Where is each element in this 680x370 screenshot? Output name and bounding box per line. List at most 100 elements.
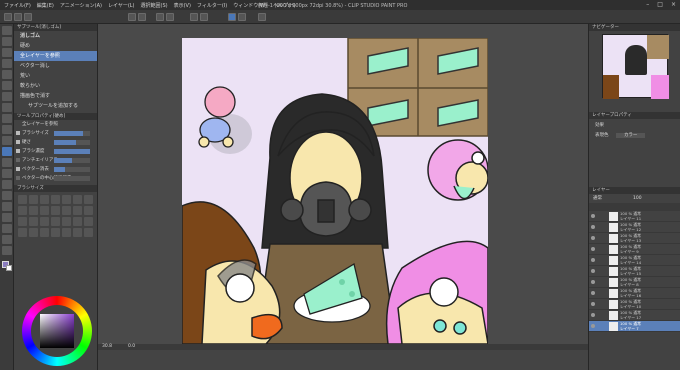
color-swatch[interactable] [1,261,12,271]
snap-icon[interactable] [190,13,198,21]
expression-color-select[interactable]: カラー [615,133,646,138]
correct-line-tool-icon[interactable] [1,235,12,244]
subtool-item-refer-all[interactable]: 全レイヤーを参照 [14,51,97,61]
tool-property-row[interactable]: アンチエイリアス [14,156,97,165]
eye-icon[interactable] [591,269,595,273]
layer-row[interactable]: 100 % 通常 レイヤー 8 [589,277,680,288]
cloud-icon[interactable] [258,13,266,21]
figure-tool-icon[interactable] [1,191,12,200]
menu-filter[interactable]: フィルター(I) [197,2,227,9]
layer-row[interactable]: 100 % 通常 レイヤー 10 [589,299,680,310]
transform-icon[interactable] [166,13,174,21]
maximize-icon[interactable]: □ [657,1,663,8]
brush-size-preset[interactable] [73,195,82,204]
pen-tool-icon[interactable] [1,103,12,112]
brush-size-preset[interactable] [51,217,60,226]
layer-row[interactable]: 100 % 通常 レイヤー 12 [589,222,680,233]
gradient-tool-icon[interactable] [1,180,12,189]
tool-property-row[interactable]: ベクターの中心線で消去 [14,174,97,183]
brush-size-preset[interactable] [18,195,27,204]
checkbox-icon[interactable] [16,176,20,180]
tool-property-slider[interactable] [54,140,90,145]
brush-size-preset[interactable] [40,206,49,215]
menu-edit[interactable]: 編集(E) [37,2,54,9]
layer-row[interactable]: 100 % 通常 レイヤー 11 [589,211,680,222]
save-icon[interactable] [24,13,32,21]
eye-icon[interactable] [591,236,595,240]
layer-row[interactable]: 100 % 通常 レイヤー 17 [589,310,680,321]
undo-icon[interactable] [128,13,136,21]
hand-tool-icon[interactable] [1,37,12,46]
eye-icon[interactable] [591,258,595,262]
brush-size-preset[interactable] [40,228,49,237]
tool-property-slider[interactable] [54,158,90,163]
text-tool-icon[interactable] [1,213,12,222]
brush-size-preset[interactable] [29,206,38,215]
tool-property-slider[interactable] [54,131,90,136]
tool-property-row[interactable]: ベクター消去 [14,165,97,174]
subtool-item-hard[interactable]: 硬め [14,41,97,51]
add-subtool-button[interactable]: サブツールを追加する [14,101,97,111]
subtool-item-soft[interactable]: 軟らかい [14,81,97,91]
clear-icon[interactable] [156,13,164,21]
brush-size-preset[interactable] [51,195,60,204]
brush-size-preset[interactable] [73,206,82,215]
checkbox-icon[interactable] [16,158,20,162]
grid-icon[interactable] [238,13,246,21]
color-square[interactable] [40,314,74,348]
ruler-icon[interactable] [200,13,208,21]
ruler-tool-icon[interactable] [1,246,12,255]
tool-property-row[interactable]: ブラシ濃度 [14,147,97,156]
eraser-tool-icon[interactable] [1,147,12,156]
rotation-readout[interactable]: 0.0 [128,344,135,349]
balloon-tool-icon[interactable] [1,224,12,233]
fill-tool-icon[interactable] [1,169,12,178]
zoom-readout[interactable]: 30.8 [102,344,112,349]
brush-size-preset[interactable] [29,228,38,237]
layer-row[interactable]: 100 % 通常 レイヤー 15 [589,266,680,277]
brush-size-preset[interactable] [51,206,60,215]
redo-icon[interactable] [138,13,146,21]
brush-size-preset[interactable] [18,217,27,226]
eye-icon[interactable] [591,225,595,229]
layer-row[interactable]: 100 % 通常 レイヤー 9 [589,244,680,255]
subtool-item-draw-color[interactable]: 描画色で消す [14,91,97,101]
layer-row[interactable]: 100 % 通常 レイヤー 16 [589,288,680,299]
brush-size-preset[interactable] [73,228,82,237]
minimize-icon[interactable]: – [646,1,649,8]
lasso-tool-icon[interactable] [1,70,12,79]
menu-select[interactable]: 選択範囲(S) [141,2,168,9]
brush-size-preset[interactable] [18,228,27,237]
tool-property-row[interactable]: 硬さ [14,138,97,147]
eye-icon[interactable] [591,302,595,306]
brush-size-preset[interactable] [84,195,93,204]
checkbox-icon[interactable] [16,167,20,171]
menu-view[interactable]: 表示(V) [174,2,191,9]
layer-row[interactable]: 100 % 通常 レイヤー 14 [589,255,680,266]
brush-size-preset[interactable] [40,195,49,204]
eye-icon[interactable] [591,280,595,284]
brush-size-preset[interactable] [51,228,60,237]
menu-layer[interactable]: レイヤー(L) [108,2,135,9]
checkbox-icon[interactable] [16,131,20,135]
opacity-value[interactable]: 100 [633,194,642,203]
eye-icon[interactable] [591,214,595,218]
menu-animation[interactable]: アニメーション(A) [60,2,102,9]
eye-icon[interactable] [591,291,595,295]
brush-size-preset[interactable] [84,217,93,226]
brush-size-preset[interactable] [84,228,93,237]
brush-size-preset[interactable] [73,217,82,226]
blend-mode-select[interactable]: 通常 [593,196,602,201]
airbrush-tool-icon[interactable] [1,136,12,145]
select-tool-icon[interactable] [1,59,12,68]
wand-tool-icon[interactable] [1,81,12,90]
snap-active-icon[interactable] [228,13,236,21]
color-wheel[interactable] [22,296,92,366]
checkbox-icon[interactable] [16,140,20,144]
brush-size-preset[interactable] [29,217,38,226]
tool-property-slider[interactable] [54,167,90,172]
brush-size-preset[interactable] [84,206,93,215]
frame-tool-icon[interactable] [1,202,12,211]
navigator-preview[interactable] [601,34,669,99]
subtool-item-vector[interactable]: ベクター消し [14,61,97,71]
